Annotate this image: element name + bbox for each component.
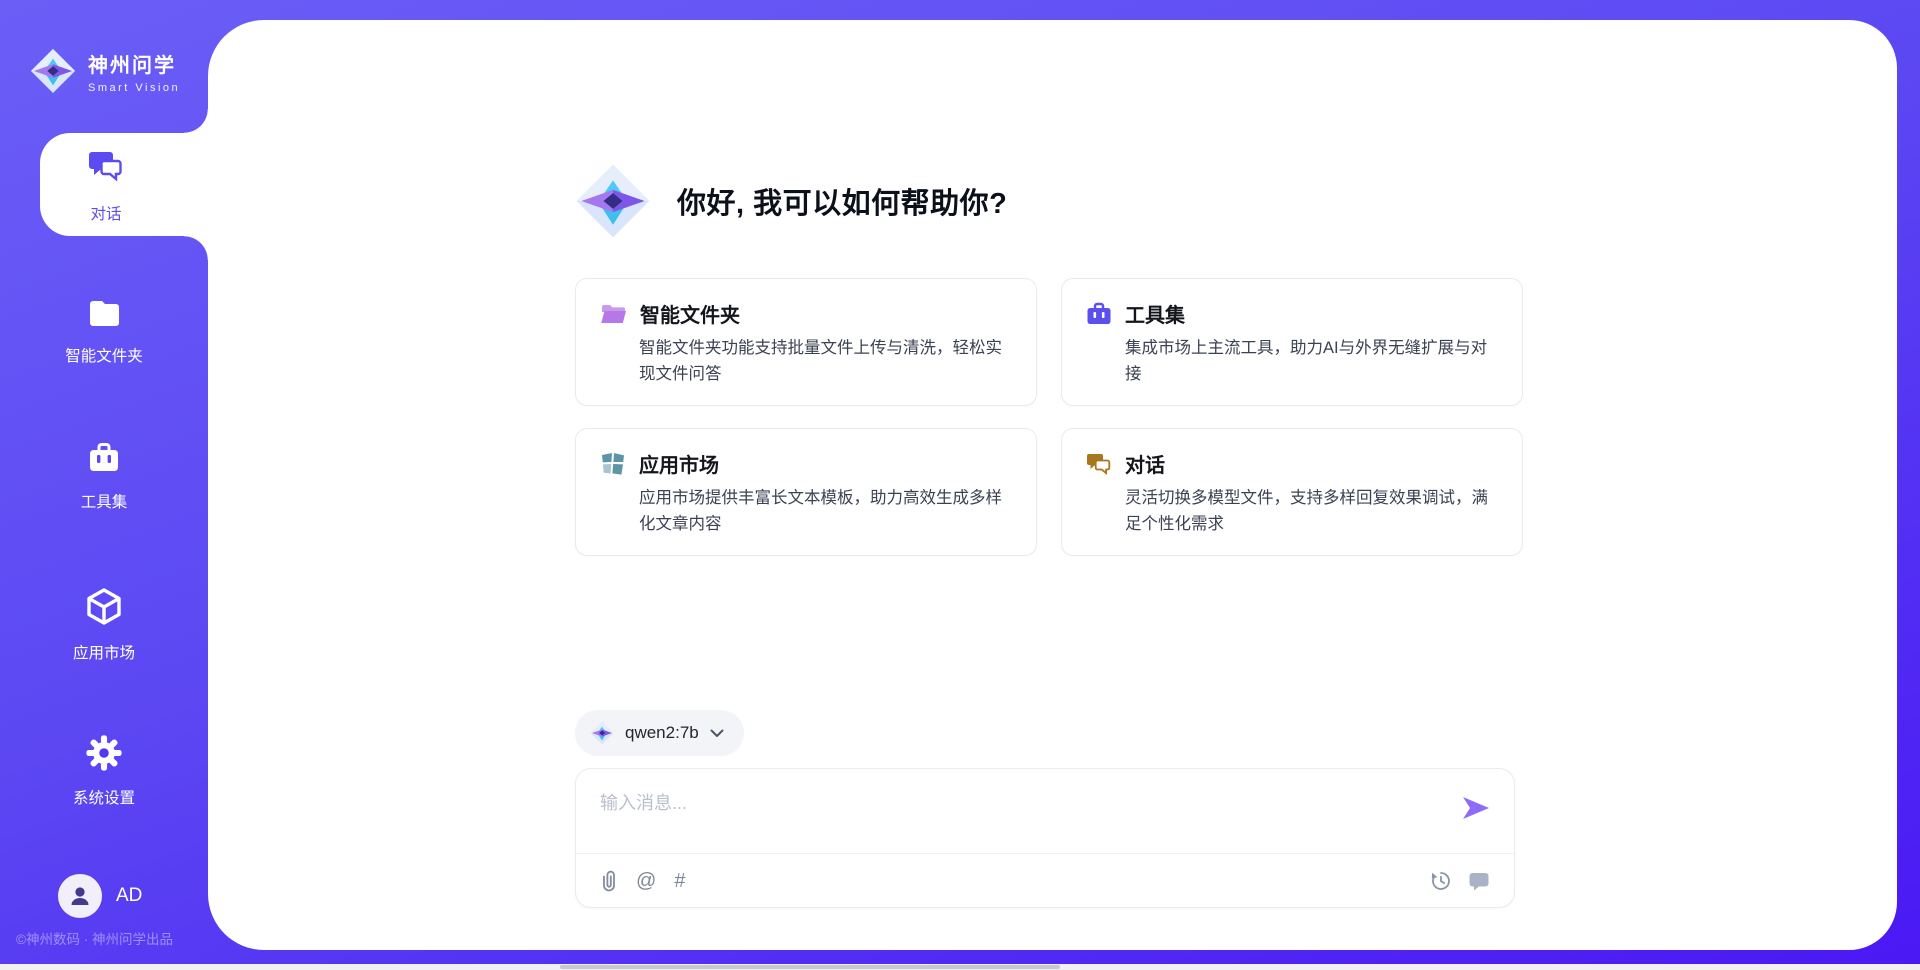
brand-subtitle: Smart Vision bbox=[88, 82, 180, 94]
brand-logo: 神州问学 Smart Vision bbox=[0, 0, 208, 132]
brand-name: 神州问学 bbox=[88, 49, 180, 78]
sidebar-item-smart-folder[interactable]: 智能文件夹 bbox=[0, 296, 208, 366]
avatar bbox=[58, 874, 102, 918]
sidebar-item-label: 智能文件夹 bbox=[0, 344, 208, 366]
model-diamond-icon bbox=[590, 721, 614, 745]
briefcase-icon bbox=[1086, 301, 1112, 326]
feature-cards: 智能文件夹 智能文件夹功能支持批量文件上传与清洗，轻松实现文件问答 工具集 集成… bbox=[575, 278, 1523, 556]
gear-icon bbox=[85, 734, 123, 772]
tab-curve-bottom bbox=[184, 236, 208, 260]
sidebar-item-chat-active[interactable]: 对话 bbox=[40, 133, 208, 236]
sidebar-item-app-market[interactable]: 应用市场 bbox=[0, 586, 208, 663]
card-description: 应用市场提供丰富长文本模板，助力高效生成多样化文章内容 bbox=[639, 486, 1016, 537]
topic-button[interactable]: # bbox=[674, 871, 685, 891]
card-title: 对话 bbox=[1125, 449, 1165, 478]
card-app-market[interactable]: 应用市场 应用市场提供丰富长文本模板，助力高效生成多样化文章内容 bbox=[575, 428, 1037, 556]
history-clock-icon bbox=[1430, 870, 1452, 892]
folder-icon bbox=[86, 296, 123, 330]
sidebar-item-settings[interactable]: 系统设置 bbox=[0, 734, 208, 808]
chat-bubbles-icon bbox=[1086, 452, 1112, 476]
mention-button[interactable]: @ bbox=[636, 871, 656, 891]
sidebar-item-label: 应用市场 bbox=[0, 641, 208, 663]
tab-curve-top bbox=[184, 109, 208, 133]
conversation-button[interactable] bbox=[1468, 870, 1490, 891]
card-description: 智能文件夹功能支持批量文件上传与清洗，轻松实现文件问答 bbox=[639, 336, 1016, 387]
send-icon bbox=[1462, 795, 1490, 821]
chevron-down-icon bbox=[710, 729, 724, 738]
model-name: qwen2:7b bbox=[625, 723, 699, 743]
brand-diamond-icon bbox=[30, 48, 76, 94]
card-chat[interactable]: 对话 灵活切换多模型文件，支持多样回复效果调试，满足个性化需求 bbox=[1061, 428, 1523, 556]
greeting-row: 你好, 我可以如何帮助你? bbox=[575, 163, 1007, 239]
grid-icon bbox=[600, 451, 626, 477]
model-selector[interactable]: qwen2:7b bbox=[575, 710, 744, 756]
app-window: 神州问学 Smart Vision 对话 智能文件夹 工具集 bbox=[0, 0, 1920, 970]
card-toolset[interactable]: 工具集 集成市场上主流工具，助力AI与外界无缝扩展与对接 bbox=[1061, 278, 1523, 406]
chat-bubbles-icon bbox=[85, 146, 127, 186]
sidebar-item-label: 对话 bbox=[90, 202, 121, 224]
greeting-title: 你好, 我可以如何帮助你? bbox=[677, 180, 1007, 222]
send-button[interactable] bbox=[1462, 795, 1490, 826]
sidebar-item-toolset[interactable]: 工具集 bbox=[0, 440, 208, 512]
copyright-footer: ©神州数码 · 神州问学出品 bbox=[16, 928, 224, 948]
history-button[interactable] bbox=[1430, 870, 1452, 892]
user-initials: AD bbox=[116, 885, 142, 907]
card-title: 应用市场 bbox=[639, 449, 719, 478]
message-composer: @ # bbox=[575, 768, 1515, 908]
user-account[interactable]: AD bbox=[58, 874, 142, 918]
composer-toolbar: @ # bbox=[600, 854, 1490, 907]
person-icon bbox=[67, 883, 93, 909]
message-input[interactable] bbox=[600, 789, 1450, 845]
card-smart-folder[interactable]: 智能文件夹 智能文件夹功能支持批量文件上传与清洗，轻松实现文件问答 bbox=[575, 278, 1037, 406]
attach-file-button[interactable] bbox=[600, 869, 618, 893]
folder-open-icon bbox=[600, 302, 627, 326]
card-description: 集成市场上主流工具，助力AI与外界无缝扩展与对接 bbox=[1125, 336, 1502, 387]
sidebar-item-label: 工具集 bbox=[0, 490, 208, 512]
assistant-diamond-icon bbox=[575, 163, 651, 239]
paperclip-icon bbox=[600, 869, 618, 893]
sidebar-item-label: 系统设置 bbox=[0, 786, 208, 808]
scrollbar-thumb[interactable] bbox=[560, 965, 1060, 969]
chat-bubble-icon bbox=[1468, 870, 1490, 891]
briefcase-icon bbox=[85, 440, 123, 476]
card-description: 灵活切换多模型文件，支持多样回复效果调试，满足个性化需求 bbox=[1125, 486, 1502, 537]
card-title: 工具集 bbox=[1125, 299, 1185, 328]
horizontal-scrollbar bbox=[0, 964, 1920, 970]
card-title: 智能文件夹 bbox=[640, 299, 740, 328]
cube-icon bbox=[84, 586, 124, 627]
